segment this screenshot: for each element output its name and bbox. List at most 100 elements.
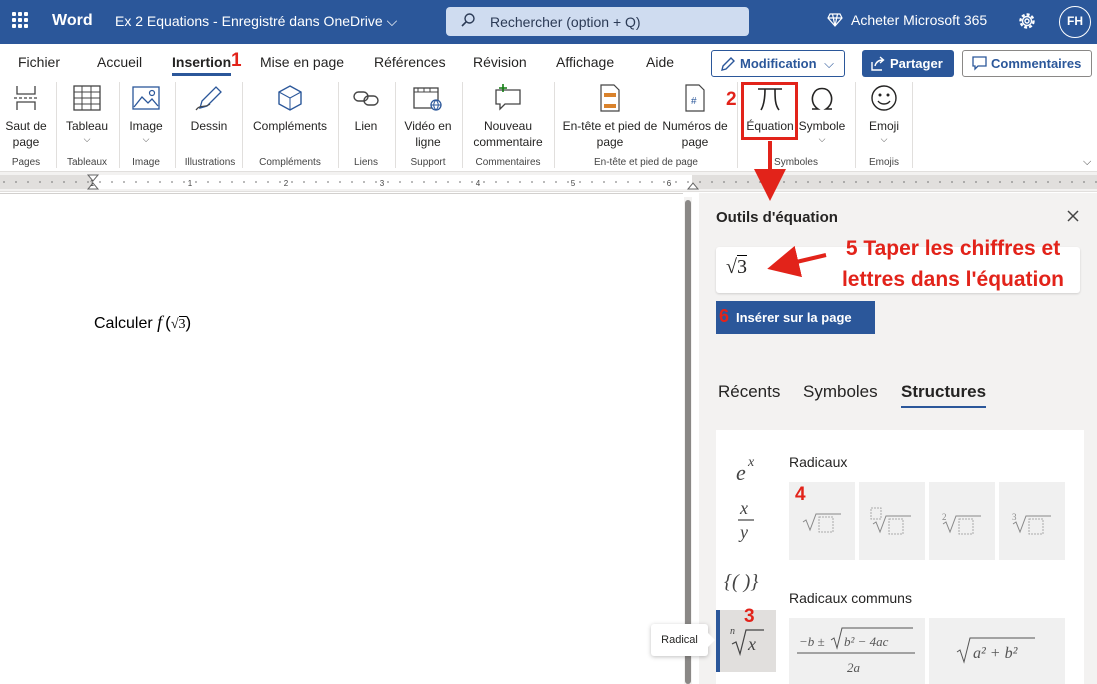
group-emojis-label: Emojis: [868, 157, 899, 168]
annotation-step-1: 1: [231, 50, 242, 71]
document-title[interactable]: Ex 2 Equations - Enregistré dans OneDriv…: [115, 13, 397, 30]
chevron-down-icon: ⌵: [83, 134, 91, 144]
tab-revision[interactable]: Révision: [473, 54, 527, 70]
close-icon[interactable]: [1065, 208, 1081, 224]
insert-on-page-button[interactable]: Insérer sur la page: [716, 301, 875, 334]
scrollbar-thumb[interactable]: [685, 200, 691, 684]
function-name: f: [157, 312, 163, 332]
header-footer-button[interactable]: En-tête et pied de page: [560, 80, 660, 150]
radical-nth-root-tile[interactable]: [859, 482, 925, 560]
emoji-button[interactable]: Emoji ⌵: [862, 80, 906, 144]
document-title-text: Ex 2 Equations - Enregistré dans OneDriv…: [115, 13, 383, 29]
category-script[interactable]: ex: [716, 442, 776, 504]
fraction-icon: xy: [738, 498, 754, 542]
document-paragraph[interactable]: Calculer f (√3): [94, 312, 191, 333]
radical-sign-icon: √: [170, 317, 179, 332]
search-box[interactable]: Rechercher (option + Q): [446, 7, 749, 36]
radical-value: 3: [178, 316, 186, 332]
group-symbols-label: Symboles: [774, 157, 818, 168]
tab-insertion[interactable]: Insertion: [172, 54, 232, 76]
annotation-step-5: 5 Taper les chiffres et lettres dans l'é…: [841, 237, 1065, 291]
annotation-step-4: 4: [795, 484, 806, 505]
header-footer-label: En-tête et pied de page: [562, 119, 658, 149]
ruler-number: 5: [571, 179, 576, 188]
pythagorean-radical-icon: a² + b²: [956, 637, 1035, 664]
equation-input-value: √3: [726, 255, 747, 279]
image-button[interactable]: Image ⌵: [124, 80, 168, 144]
group-image-label: Image: [132, 157, 160, 168]
new-comment-button[interactable]: Nouveau commentaire: [468, 80, 548, 150]
online-video-button[interactable]: Vidéo en ligne: [400, 80, 456, 150]
drawing-button[interactable]: Dessin: [182, 80, 236, 134]
svg-text:n: n: [730, 626, 735, 637]
comment-icon: [972, 56, 987, 71]
ribbon-collapse-icon[interactable]: ⌵: [1083, 156, 1091, 169]
page-numbers-button[interactable]: # Numéros de page: [660, 80, 730, 150]
group-tables-label: Tableaux: [66, 157, 108, 168]
equation-radical-value: 3: [736, 255, 747, 278]
ribbon-separator: [119, 82, 120, 168]
ribbon-separator: [855, 82, 856, 168]
new-comment-icon: [495, 84, 521, 111]
addins-button[interactable]: Compléments: [248, 80, 332, 134]
comments-button[interactable]: Commentaires: [962, 50, 1092, 77]
modification-button[interactable]: Modification ⌵: [711, 50, 845, 77]
ribbon-separator: [395, 82, 396, 168]
document-scrollbar[interactable]: [684, 197, 692, 684]
tab-accueil[interactable]: Accueil: [97, 54, 142, 70]
smiley-icon: [871, 85, 897, 111]
buy-microsoft-365-link[interactable]: Acheter Microsoft 365: [827, 12, 987, 28]
tab-fichier[interactable]: Fichier: [18, 54, 60, 70]
header-footer-icon: [600, 84, 620, 112]
diamond-icon: [827, 13, 843, 27]
table-button[interactable]: Tableau ⌵: [62, 80, 112, 144]
ribbon-separator: [242, 82, 243, 168]
title-bar: Word Ex 2 Equations - Enregistré dans On…: [0, 0, 1097, 44]
pythagorean-radical-tile[interactable]: a² + b²: [929, 618, 1065, 684]
search-placeholder: Rechercher (option + Q): [490, 14, 641, 30]
tab-affichage[interactable]: Affichage: [556, 54, 614, 70]
avatar[interactable]: FH: [1059, 6, 1091, 38]
image-icon: [132, 86, 160, 110]
radical-expression: √3: [171, 316, 186, 332]
radical-square-root-index-tile[interactable]: 2: [929, 482, 995, 560]
comments-label: Commentaires: [991, 56, 1082, 71]
ribbon-separator: [912, 82, 913, 168]
radical-cube-root-tile[interactable]: 3: [999, 482, 1065, 560]
symbol-button[interactable]: Symbole ⌵: [796, 80, 848, 144]
tab-recents[interactable]: Récents: [718, 382, 780, 402]
tab-mise-en-page[interactable]: Mise en page: [260, 54, 344, 70]
tab-symbols[interactable]: Symboles: [803, 382, 878, 402]
ruler-number: 6: [667, 179, 672, 188]
insert-on-page-label: Insérer sur la page: [736, 310, 852, 325]
tab-aide[interactable]: Aide: [646, 54, 674, 70]
page-break-icon: [14, 86, 38, 110]
close-paren: ): [185, 313, 192, 332]
group-header-footer-label: En-tête et pied de page: [594, 157, 698, 168]
superscript-icon: ex: [736, 455, 755, 485]
drawing-icon: [195, 86, 222, 111]
quadratic-formula-tile[interactable]: −b ± b² − 4ac 2a: [789, 618, 925, 684]
document-page[interactable]: Calculer f (√3): [0, 193, 683, 684]
svg-text:a² + b²: a² + b²: [973, 645, 1019, 662]
ruler-number: 1: [188, 179, 193, 188]
app-launcher-icon[interactable]: [12, 12, 28, 28]
image-label: Image: [129, 119, 163, 133]
video-icon: [413, 87, 442, 111]
share-button[interactable]: Partager: [862, 50, 954, 77]
share-icon: [871, 56, 885, 71]
svg-text:3: 3: [1012, 512, 1017, 522]
drawing-label: Dessin: [190, 119, 228, 133]
app-name[interactable]: Word: [52, 12, 93, 30]
tab-references[interactable]: Références: [374, 54, 446, 70]
tab-structures[interactable]: Structures: [901, 382, 987, 408]
chevron-down-icon: ⌵: [824, 56, 834, 71]
page-break-button[interactable]: Saut de page: [4, 80, 48, 150]
ruler-number: 4: [476, 179, 481, 188]
gear-icon[interactable]: [1016, 10, 1038, 32]
link-button[interactable]: Lien: [344, 80, 388, 134]
page-break-label: Saut de page: [5, 119, 47, 149]
category-fraction[interactable]: xy: [716, 496, 776, 558]
group-support-label: Support: [410, 157, 446, 168]
pencil-icon: [721, 57, 735, 71]
